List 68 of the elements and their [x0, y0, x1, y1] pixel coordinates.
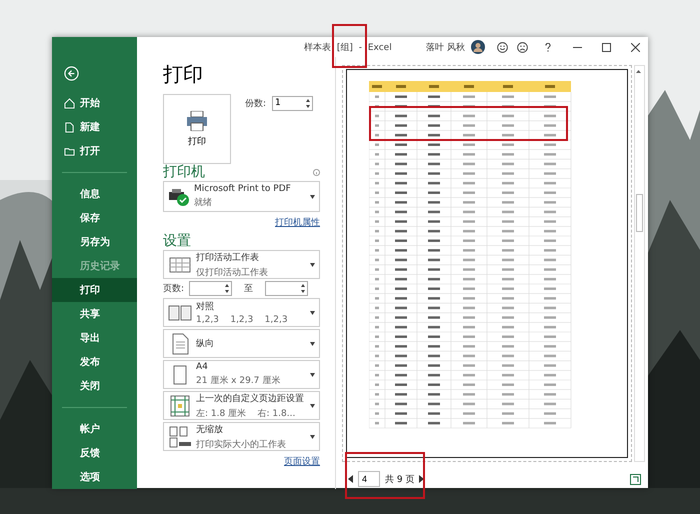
sidebar-item[interactable]: 新建 [52, 115, 137, 139]
setting-dropdown[interactable]: 纵向 [163, 329, 320, 358]
spin-arrows-icon [301, 284, 305, 293]
margins-icon [168, 394, 192, 418]
caret-icon [310, 404, 315, 408]
setting-dropdown[interactable]: 无缩放 打印实际大小的工作表 [163, 422, 320, 451]
sidebar-item[interactable]: 帐户 [52, 417, 137, 441]
info-icon [313, 169, 320, 176]
setting-dropdown[interactable]: 对照 1,2,3 1,2,3 1,2,3 [163, 298, 320, 327]
help-icon[interactable] [545, 42, 551, 52]
spin-arrows-icon [306, 98, 310, 108]
scrollbar[interactable] [634, 65, 645, 462]
smile-icon[interactable] [497, 42, 508, 52]
sidebar-item[interactable]: 打印 [52, 278, 137, 302]
sidebar-item[interactable]: 保存 [52, 206, 137, 230]
page-to-field[interactable] [265, 281, 308, 296]
printer-properties-link[interactable]: 打印机属性 [275, 216, 320, 229]
user-name: 落叶 风秋 [426, 42, 465, 54]
printer-dropdown[interactable]: Microsoft Print to PDF 就绪 [163, 181, 320, 212]
sidebar-item[interactable]: 导出 [52, 326, 137, 350]
sidebar-item[interactable]: 反馈 [52, 441, 137, 465]
sidebar-item[interactable]: 关闭 [52, 374, 137, 398]
printer-ready-icon [168, 186, 190, 206]
caret-icon [310, 434, 315, 438]
printer-heading: 打印机 [163, 164, 205, 181]
sidebar-item[interactable]: 开始 [52, 91, 137, 115]
folder-icon [64, 146, 75, 156]
page-from-field[interactable] [189, 281, 232, 296]
copies-field[interactable]: 1 [272, 96, 314, 110]
frown-icon[interactable] [517, 42, 528, 52]
sidebar-item[interactable]: 打开 [52, 139, 137, 163]
printer-icon [186, 110, 208, 130]
sidebar-item[interactable]: 另存为 [52, 230, 137, 254]
sidebar-item[interactable]: 选项 [52, 465, 137, 489]
page-count: 共 9 页 [385, 474, 414, 486]
page-heading: 打印 [163, 61, 204, 88]
maximize-icon[interactable] [602, 42, 611, 52]
setting-dropdown[interactable]: 打印活动工作表 仅打印活动工作表 [163, 250, 320, 279]
settings-heading: 设置 [163, 233, 192, 250]
document-icon [64, 122, 75, 132]
pages-label: 页数: [163, 282, 185, 295]
sidebar-item[interactable]: 信息 [52, 182, 137, 206]
highlight-frame [332, 24, 367, 68]
previous-page-icon[interactable] [348, 475, 353, 483]
copies-label: 份数: [245, 98, 266, 110]
scaling-icon [168, 424, 192, 448]
caret-icon [310, 194, 315, 198]
page-setup-link[interactable]: 页面设置 [284, 455, 320, 468]
to-label: 至 [244, 283, 253, 295]
next-page-icon[interactable] [419, 475, 424, 483]
scroll-up-icon[interactable] [635, 68, 642, 75]
window-title: 样本表 [组] - Excel [304, 42, 392, 54]
close-icon[interactable] [631, 42, 640, 52]
setting-dropdown[interactable]: A4 21 厘米 x 29.7 厘米 [163, 360, 320, 389]
setting-dropdown[interactable]: 上一次的自定义页边距设置 左: 1.8 厘米 右: 1.8... [163, 391, 320, 420]
caret-icon [310, 310, 315, 314]
sidebar-item[interactable]: 共享 [52, 302, 137, 326]
caret-icon [310, 342, 315, 346]
caret-icon [310, 262, 315, 266]
spin-arrows-icon [225, 284, 229, 293]
zoom-to-page-icon[interactable] [630, 474, 641, 484]
page-number-field[interactable]: 4 [358, 471, 380, 487]
sidebar-item[interactable]: 发布 [52, 350, 137, 374]
home-icon [64, 98, 75, 108]
print-button[interactable]: 打印 [163, 94, 231, 164]
scroll-thumb[interactable] [636, 194, 643, 232]
caret-icon [310, 372, 315, 376]
avatar-icon [471, 40, 485, 54]
